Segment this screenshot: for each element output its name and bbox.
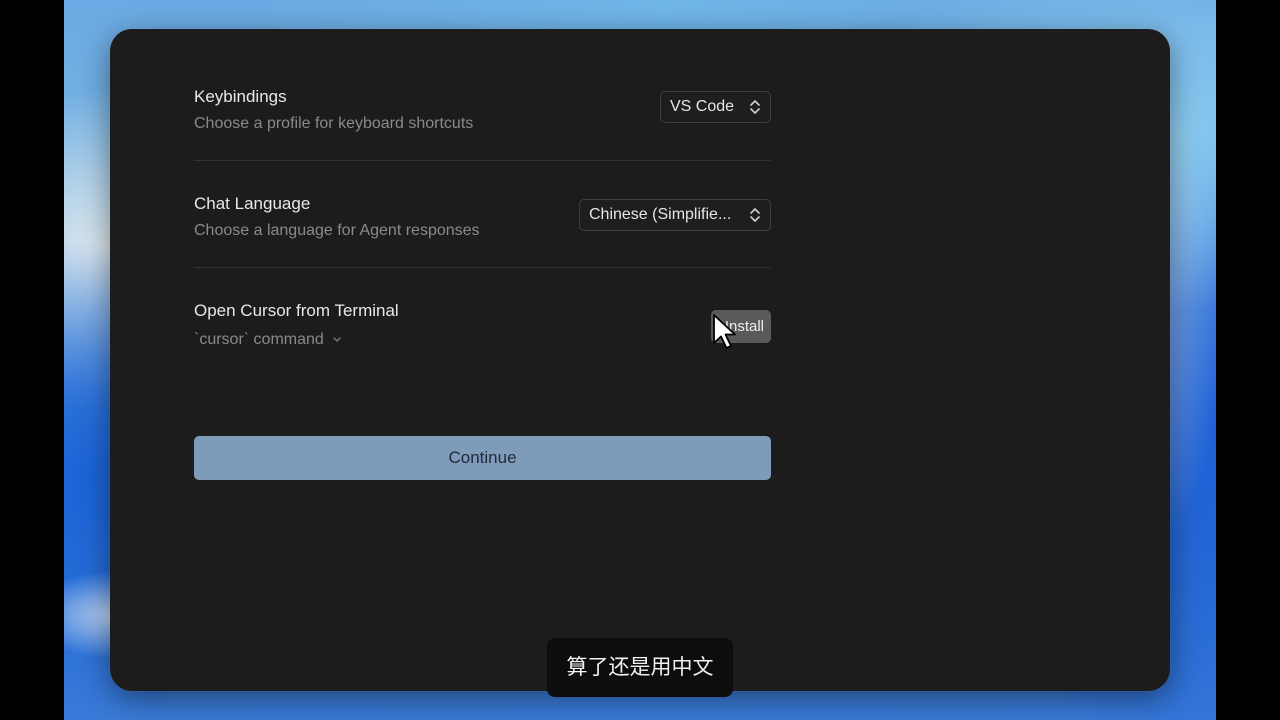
continue-button[interactable]: Continue [194,436,771,480]
keybindings-select-value: VS Code [670,98,735,115]
keybindings-setting: Keybindings Choose a profile for keyboar… [194,87,771,147]
chat-language-select-value: Chinese (Simplifie... [589,206,732,223]
chat-language-select[interactable]: Chinese (Simplifie... [579,199,771,231]
onboarding-dialog: Keybindings Choose a profile for keyboar… [110,29,1170,691]
cursor-command-label: `cursor` command [194,331,324,348]
chevron-down-icon [333,337,341,342]
divider [194,160,771,161]
chat-language-setting: Chat Language Choose a language for Agen… [194,194,771,254]
divider [194,267,771,268]
terminal-setting: Open Cursor from Terminal `cursor` comma… [194,301,771,361]
mouse-pointer-icon [713,314,736,349]
cursor-command-toggle[interactable]: `cursor` command [194,330,771,350]
video-subtitle: 算了还是用中文 [547,638,733,697]
keybindings-select[interactable]: VS Code [660,91,771,123]
chevron-up-down-icon [750,208,760,222]
terminal-title: Open Cursor from Terminal [194,301,399,320]
chevron-up-down-icon [750,100,760,114]
